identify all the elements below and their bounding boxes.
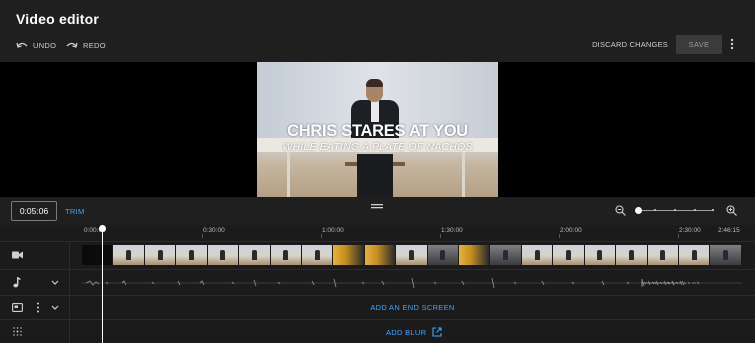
- ruler-label: 1:30:00: [441, 227, 463, 234]
- filmstrip-frame: [584, 245, 617, 265]
- filmstrip-frame: [427, 245, 460, 265]
- filmstrip-frame: [616, 245, 648, 265]
- zoom-out-icon[interactable]: [615, 205, 626, 216]
- video-preview-area: CHRIS STARES AT YOU WHILE EATING A PLATE…: [0, 62, 755, 197]
- zoom-slider-tick: [674, 209, 676, 211]
- zoom-slider[interactable]: [635, 207, 714, 214]
- person-hair: [366, 79, 383, 87]
- editor-header: Video editor UNDO REDO DISCARD CHANGES S…: [0, 0, 755, 62]
- redo-button[interactable]: REDO: [66, 38, 106, 52]
- redo-icon: [66, 42, 78, 48]
- ruler-label: 0:30:00: [203, 227, 225, 234]
- video-preview[interactable]: CHRIS STARES AT YOU WHILE EATING A PLATE…: [257, 62, 498, 197]
- audio-track-header: [0, 270, 70, 295]
- person-legs: [357, 154, 393, 197]
- video-title-text: CHRIS STARES AT YOU: [287, 122, 468, 140]
- save-button[interactable]: SAVE: [676, 35, 722, 54]
- undo-label: UNDO: [33, 40, 57, 50]
- add-blur-button[interactable]: ADD BLUR: [386, 327, 442, 337]
- video-track: [0, 241, 755, 269]
- filmstrip-frame: [113, 245, 145, 265]
- table-leg: [462, 152, 465, 197]
- audio-waveform[interactable]: [82, 276, 742, 290]
- music-note-icon: [13, 277, 21, 288]
- person-shirt: [371, 100, 379, 122]
- ruler-label: 1:00:00: [322, 227, 344, 234]
- filmstrip-frame: [270, 245, 302, 265]
- timeline-toolbar: 0:05:06 TRIM: [0, 197, 755, 225]
- add-blur-label: ADD BLUR: [386, 327, 427, 337]
- page-title: Video editor: [16, 11, 100, 27]
- filmstrip-frame: [647, 245, 680, 265]
- ruler-label: 2:30:00: [679, 227, 701, 234]
- current-time-field[interactable]: 0:05:06: [11, 201, 57, 221]
- filmstrip-frame: [333, 245, 365, 265]
- filmstrip-frame: [207, 245, 240, 265]
- audio-track: [0, 269, 755, 295]
- zoom-in-icon[interactable]: [726, 205, 737, 216]
- more-vert-icon[interactable]: [727, 37, 737, 51]
- filmstrip-frame: [679, 245, 711, 265]
- filmstrip-frame: [239, 245, 271, 265]
- filmstrip-frame: [301, 245, 334, 265]
- trim-button[interactable]: TRIM: [65, 207, 85, 216]
- filmstrip-frame: [144, 245, 177, 265]
- add-end-screen-button[interactable]: ADD AN END SCREEN: [0, 303, 755, 312]
- filmstrip-frame: [82, 245, 114, 265]
- blur-icon: [13, 327, 22, 336]
- playhead[interactable]: [102, 227, 103, 343]
- video-subtitle-text: WHILE EATING A PLATE OF NACHOS: [282, 141, 473, 153]
- open-in-new-icon: [432, 327, 442, 337]
- filmstrip-frame: [459, 245, 491, 265]
- filmstrip-frame: [364, 245, 397, 265]
- zoom-slider-tick: [654, 209, 656, 211]
- timeline: 0:00:00 0:30:00 1:00:00 1:30:00 2:00:00 …: [0, 225, 755, 343]
- filmstrip-frame: [490, 245, 522, 265]
- chevron-down-icon[interactable]: [51, 280, 59, 285]
- blur-track-header: [0, 320, 70, 343]
- ruler-label: 2:00:00: [560, 227, 582, 234]
- videocam-icon: [12, 251, 23, 259]
- redo-label: REDO: [83, 40, 106, 50]
- zoom-slider-tick: [694, 209, 696, 211]
- ruler-label: 2:46:15: [718, 227, 740, 234]
- filmstrip-frame: [553, 245, 585, 265]
- video-filmstrip[interactable]: [82, 245, 742, 265]
- filmstrip-frame: [396, 245, 428, 265]
- undo-button[interactable]: UNDO: [16, 38, 56, 52]
- discard-changes-button[interactable]: DISCARD CHANGES: [592, 40, 668, 49]
- zoom-slider-tick: [712, 209, 714, 211]
- zoom-slider-knob[interactable]: [635, 207, 642, 214]
- end-screen-track: ADD AN END SCREEN: [0, 295, 755, 319]
- playhead-handle[interactable]: [99, 225, 106, 232]
- table-leg: [287, 152, 290, 197]
- video-track-header: [0, 242, 70, 269]
- filmstrip-frame: [521, 245, 554, 265]
- filmstrip-frame: [176, 245, 208, 265]
- undo-icon: [16, 42, 28, 48]
- filmstrip-frame: [710, 245, 742, 265]
- drag-handle-icon[interactable]: [371, 204, 383, 210]
- time-ruler[interactable]: 0:00:00 0:30:00 1:00:00 1:30:00 2:00:00 …: [0, 225, 755, 241]
- blur-track: ADD BLUR: [0, 319, 755, 343]
